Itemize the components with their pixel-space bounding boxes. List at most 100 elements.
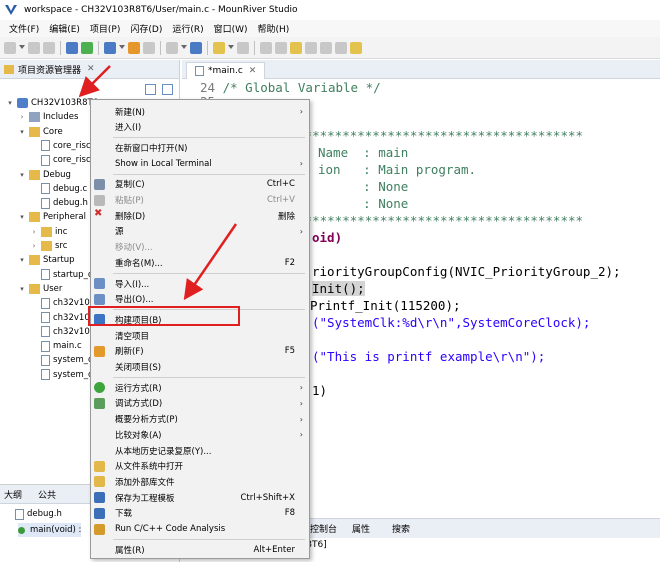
menu-item-4[interactable]: Show in Local Terminal › bbox=[91, 156, 309, 171]
tree-item[interactable]: debug.h bbox=[30, 196, 88, 210]
menu-item-29[interactable]: 下载 F8 bbox=[91, 506, 309, 521]
tree-item[interactable]: core_risc bbox=[30, 153, 91, 167]
tab-properties[interactable]: 属性 bbox=[352, 522, 370, 535]
search-icon[interactable] bbox=[213, 41, 225, 54]
tree-item[interactable]: ▾ Core bbox=[18, 125, 63, 139]
menu-item-18[interactable]: 刷新(F) F5 bbox=[91, 344, 309, 359]
tree-item[interactable]: ▾ Debug bbox=[18, 168, 71, 182]
tree-item[interactable]: system_c bbox=[30, 353, 93, 367]
window-title: workspace - CH32V103R8T6/User/main.c - M… bbox=[24, 5, 298, 15]
tree-item[interactable]: › inc bbox=[30, 225, 67, 239]
tab-public[interactable]: 公共 bbox=[38, 488, 56, 501]
expand-toggle-icon[interactable]: › bbox=[18, 113, 26, 121]
chevron-down-icon[interactable] bbox=[19, 44, 25, 51]
menu-item-14[interactable]: 导出(O)... bbox=[91, 292, 309, 307]
menu-item-32[interactable]: 属性(R) Alt+Enter bbox=[91, 542, 309, 557]
menu-flash[interactable]: 闪存(D) bbox=[125, 22, 167, 35]
tab-console[interactable]: 控制台 bbox=[310, 522, 337, 535]
build-all-icon[interactable] bbox=[81, 41, 93, 54]
menu-item-28[interactable]: 保存为工程模板 Ctrl+Shift+X bbox=[91, 490, 309, 505]
outline-item[interactable]: main(void) : bbox=[18, 523, 82, 537]
close-icon[interactable]: ✕ bbox=[249, 66, 257, 76]
menu-help[interactable]: 帮助(H) bbox=[253, 22, 295, 35]
expand-toggle-icon[interactable]: ▾ bbox=[18, 256, 26, 264]
prev-annotation-icon[interactable] bbox=[275, 41, 287, 54]
tree-item[interactable]: debug.c bbox=[30, 182, 87, 196]
project-explorer-tab[interactable]: 项目资源管理器 ✕ bbox=[0, 60, 179, 79]
menu-file[interactable]: 文件(F) bbox=[4, 22, 44, 35]
menu-item-23[interactable]: 概要分析方式(P) › bbox=[91, 412, 309, 427]
last-edit-icon[interactable] bbox=[350, 41, 362, 54]
tab-main-c[interactable]: *main.c ✕ bbox=[186, 62, 266, 79]
back-icon[interactable] bbox=[290, 41, 302, 54]
submenu-arrow-icon: › bbox=[299, 107, 303, 116]
tree-item[interactable]: ▾ User bbox=[18, 282, 62, 296]
close-icon[interactable]: ✕ bbox=[87, 64, 95, 74]
menu-item-25[interactable]: 从本地历史记录复原(Y)... bbox=[91, 443, 309, 458]
collapse-all-icon[interactable] bbox=[145, 84, 156, 95]
menu-item-label: 概要分析方式(P) bbox=[115, 415, 178, 426]
link-editor-icon[interactable] bbox=[162, 84, 173, 95]
next-annotation-icon[interactable] bbox=[260, 41, 272, 54]
debug-icon[interactable] bbox=[166, 41, 178, 54]
tab-outline[interactable]: 大纲 bbox=[4, 488, 22, 501]
menu-item-27[interactable]: 添加外部库文件 bbox=[91, 474, 309, 489]
tree-item[interactable]: core_risc bbox=[30, 139, 91, 153]
menu-item-26[interactable]: 从文件系统中打开 bbox=[91, 459, 309, 474]
expand-toggle-icon[interactable]: ▾ bbox=[18, 171, 26, 179]
nav-right-icon[interactable] bbox=[335, 41, 347, 54]
menu-item-6[interactable]: 复制(C) Ctrl+C bbox=[91, 177, 309, 192]
menu-item-3[interactable]: 在新窗口中打开(N) bbox=[91, 140, 309, 155]
save-all-icon[interactable] bbox=[43, 41, 55, 54]
menu-item-9[interactable]: 源 › bbox=[91, 224, 309, 239]
expand-toggle-icon[interactable]: ▾ bbox=[6, 99, 14, 107]
new-icon[interactable] bbox=[4, 41, 16, 54]
menu-run[interactable]: 运行(R) bbox=[167, 22, 208, 35]
menu-item-30[interactable]: Run C/C++ Code Analysis bbox=[91, 522, 309, 537]
tree-item[interactable]: system_c bbox=[30, 368, 93, 382]
menu-edit[interactable]: 编辑(E) bbox=[44, 22, 85, 35]
tree-item[interactable]: main.c bbox=[30, 339, 82, 353]
build-icon[interactable] bbox=[66, 41, 78, 54]
menu-window[interactable]: 窗口(W) bbox=[209, 22, 253, 35]
expand-toggle-icon[interactable]: › bbox=[30, 242, 38, 250]
menu-item-1[interactable]: 进入(I) bbox=[91, 120, 309, 135]
menu-item-13[interactable]: 导入(I)... bbox=[91, 276, 309, 291]
chevron-down-icon[interactable] bbox=[228, 44, 234, 51]
tree-item[interactable]: › src bbox=[30, 239, 67, 253]
chevron-down-icon[interactable] bbox=[181, 44, 187, 51]
tree-item[interactable]: ch32v10 bbox=[30, 325, 90, 339]
save-icon[interactable] bbox=[28, 41, 40, 54]
pin-icon[interactable] bbox=[237, 41, 249, 54]
menu-item-0[interactable]: 新建(N) › bbox=[91, 104, 309, 119]
menu-project[interactable]: 项目(P) bbox=[85, 22, 125, 35]
download-icon[interactable] bbox=[104, 41, 116, 54]
menu-item-21[interactable]: 运行方式(R) › bbox=[91, 380, 309, 395]
tree-item[interactable]: startup_c bbox=[30, 268, 93, 282]
flash-icon[interactable] bbox=[128, 41, 140, 54]
tree-item[interactable]: ▾ Startup bbox=[18, 253, 75, 267]
erase-icon[interactable] bbox=[143, 41, 155, 54]
tree-item[interactable]: ▾ Peripheral bbox=[18, 210, 86, 224]
outline-item[interactable]: debug.h bbox=[12, 507, 62, 521]
tree-item[interactable]: ch32v10 bbox=[30, 296, 90, 310]
expand-toggle-icon[interactable]: ▾ bbox=[18, 285, 26, 293]
menu-item-8[interactable]: ✖ 删除(D) 删除 bbox=[91, 208, 309, 223]
run-icon[interactable] bbox=[190, 41, 202, 54]
menu-item-17[interactable]: 清空项目 bbox=[91, 328, 309, 343]
expand-toggle-icon[interactable]: ▾ bbox=[18, 128, 26, 136]
menu-item-11[interactable]: 重命名(M)... F2 bbox=[91, 255, 309, 270]
tree-item[interactable]: ch32v10 bbox=[30, 311, 90, 325]
expand-toggle-icon[interactable]: › bbox=[30, 228, 38, 236]
menu-item-19[interactable]: 关闭项目(S) bbox=[91, 360, 309, 375]
tab-search[interactable]: 搜索 bbox=[392, 522, 410, 535]
expand-toggle-icon[interactable]: ▾ bbox=[18, 213, 26, 221]
menu-item-label: 在新窗口中打开(N) bbox=[115, 143, 188, 154]
menu-item-22[interactable]: 调试方式(D) › bbox=[91, 396, 309, 411]
menu-item-24[interactable]: 比较对象(A) › bbox=[91, 427, 309, 442]
tree-item[interactable]: › Includes bbox=[18, 110, 78, 124]
tree-item[interactable]: ▾ CH32V103R8T6 bbox=[6, 96, 98, 110]
nav-left-icon[interactable] bbox=[320, 41, 332, 54]
forward-icon[interactable] bbox=[305, 41, 317, 54]
chevron-down-icon[interactable] bbox=[119, 44, 125, 51]
